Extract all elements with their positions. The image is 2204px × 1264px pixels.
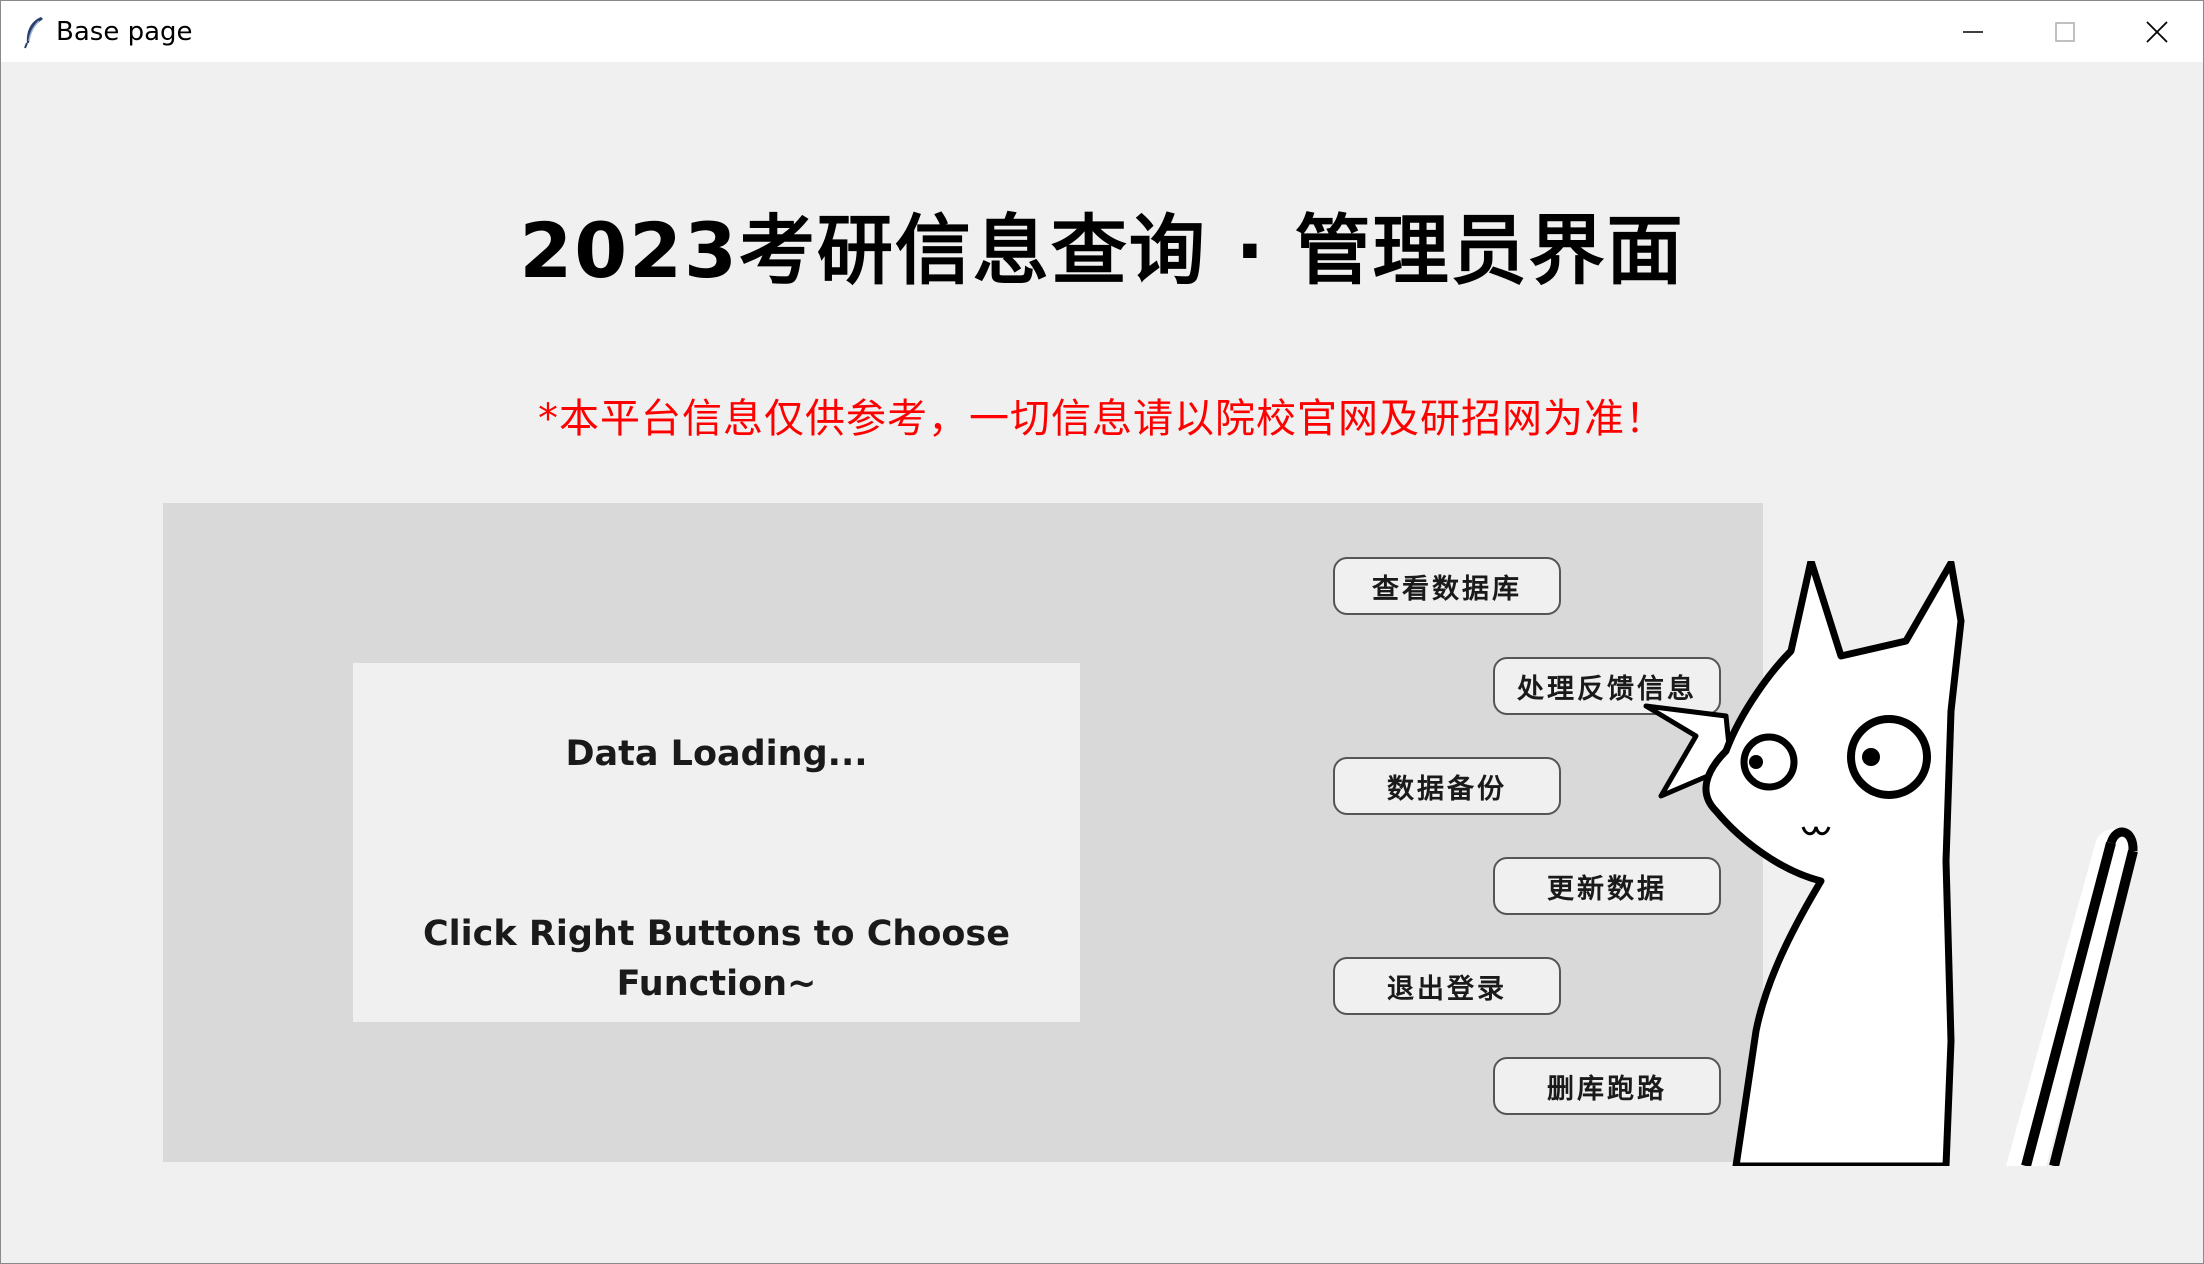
backup-button[interactable]: 数据备份 bbox=[1333, 757, 1561, 815]
page-title: 2023考研信息查询 · 管理员界面 bbox=[519, 206, 1685, 295]
app-window: Base page 2023考研信息查询 · 管理员界面 *本平台信息仅供参考，… bbox=[0, 0, 2204, 1264]
minimize-button[interactable] bbox=[1927, 1, 2019, 62]
minimize-icon bbox=[1963, 30, 1983, 33]
loading-text: Data Loading... bbox=[565, 734, 868, 774]
close-icon bbox=[2146, 20, 2168, 43]
disclaimer-notice: *本平台信息仅供参考，一切信息请以院校官网及研招网为准！ bbox=[538, 396, 1666, 442]
maximize-button[interactable] bbox=[2019, 1, 2111, 62]
cat-illustration bbox=[1643, 561, 2138, 1166]
status-box: Data Loading... Click Right Buttons to C… bbox=[353, 663, 1080, 1022]
view-database-button[interactable]: 查看数据库 bbox=[1333, 557, 1561, 615]
instruction-text: Click Right Buttons to Choose Function~ bbox=[423, 914, 1010, 1004]
logout-button[interactable]: 退出登录 bbox=[1333, 957, 1561, 1015]
window-title: Base page bbox=[56, 17, 193, 47]
close-button[interactable] bbox=[2111, 1, 2203, 62]
maximize-icon bbox=[2055, 21, 2075, 42]
feather-icon bbox=[24, 17, 43, 49]
title-bar[interactable]: Base page bbox=[1, 1, 2203, 62]
